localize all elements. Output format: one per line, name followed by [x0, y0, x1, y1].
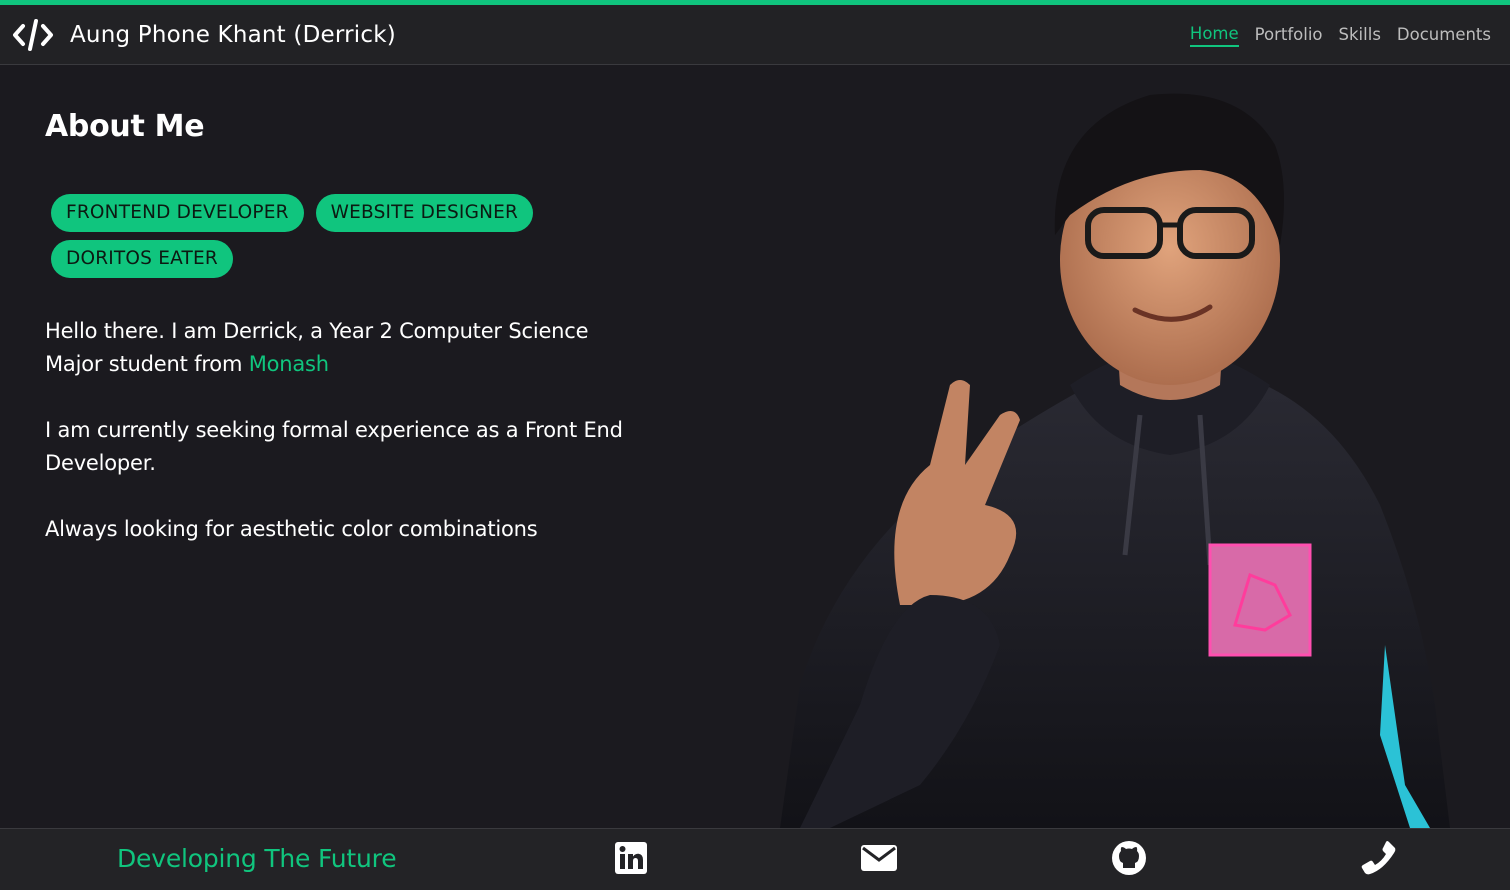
tag-doritos-eater: DORITOS EATER: [51, 240, 233, 278]
nav-portfolio[interactable]: Portfolio: [1255, 25, 1323, 46]
phone-link[interactable]: [1360, 841, 1398, 879]
brand-name: Aung Phone Khant (Derrick): [70, 21, 396, 48]
tag-website-designer: WEBSITE DESIGNER: [315, 194, 534, 232]
brand[interactable]: Aung Phone Khant (Derrick): [12, 18, 396, 52]
footer: Developing The Future: [0, 828, 1510, 890]
role-tags: FRONTEND DEVELOPER WEBSITE DESIGNER DORI…: [51, 194, 611, 278]
bio-paragraph-3: Always looking for aesthetic color combi…: [45, 517, 538, 541]
nav-links: Home Portfolio Skills Documents: [1189, 5, 1491, 65]
bio-paragraph-2: I am currently seeking formal experience…: [45, 418, 623, 475]
tag-frontend-developer: FRONTEND DEVELOPER: [51, 194, 304, 232]
nav-home[interactable]: Home: [1189, 24, 1239, 47]
github-link[interactable]: [1110, 841, 1148, 879]
navbar: Aung Phone Khant (Derrick) Home Portfoli…: [0, 5, 1510, 65]
bio-paragraph-1: Hello there. I am Derrick, a Year 2 Comp…: [45, 315, 635, 381]
code-icon: [12, 18, 54, 52]
profile-photo: [770, 85, 1470, 828]
nav-skills[interactable]: Skills: [1339, 25, 1381, 46]
linkedin-link[interactable]: [612, 841, 650, 879]
email-icon: [860, 844, 898, 876]
nav-documents[interactable]: Documents: [1397, 25, 1491, 46]
linkedin-icon: [614, 841, 648, 879]
bio: Hello there. I am Derrick, a Year 2 Comp…: [45, 315, 635, 579]
github-icon: [1111, 840, 1147, 880]
about-title: About Me: [45, 109, 205, 144]
phone-icon: [1361, 840, 1397, 880]
email-link[interactable]: [860, 841, 898, 879]
footer-tagline: Developing The Future: [117, 844, 397, 873]
monash-highlight: Monash: [248, 352, 329, 376]
